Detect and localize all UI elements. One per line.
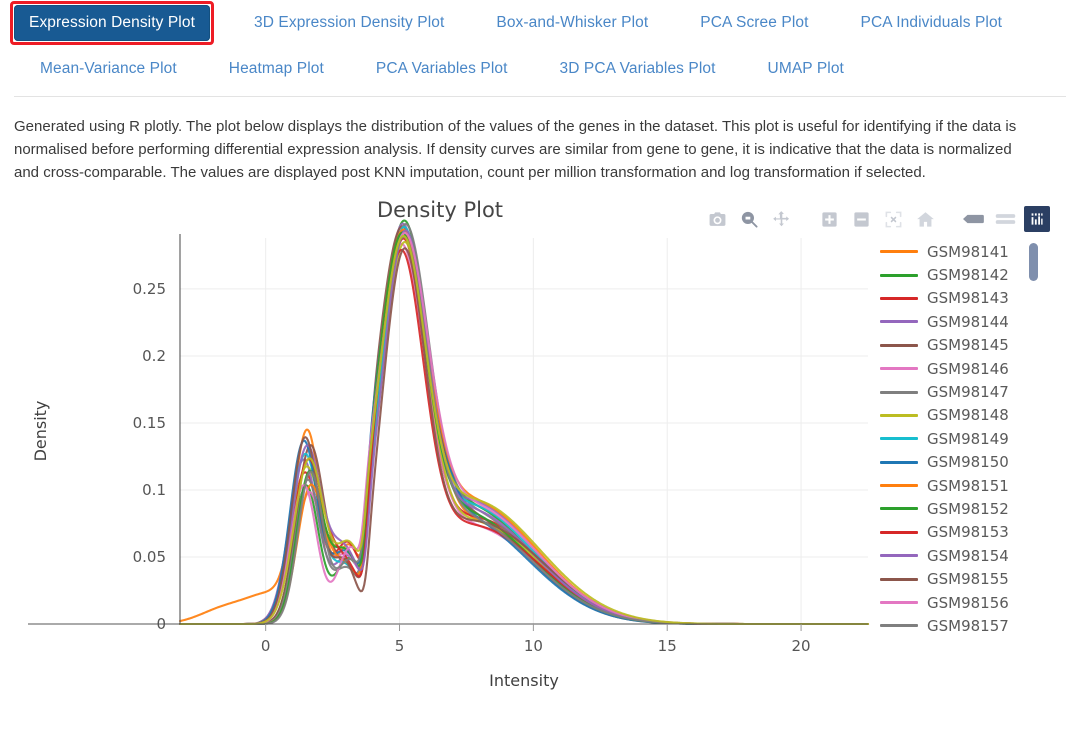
y-axis-tick-label: 0.2 — [142, 347, 166, 365]
legend-color-swatch — [880, 320, 918, 324]
legend-color-swatch — [880, 296, 918, 300]
legend-item[interactable]: GSM98145 — [880, 334, 1040, 357]
legend-item[interactable]: GSM98147 — [880, 380, 1040, 403]
hover-compare-icon[interactable] — [992, 206, 1018, 232]
x-axis-tick-label: 5 — [395, 637, 405, 655]
legend-color-swatch — [880, 413, 918, 417]
legend-item[interactable]: GSM98153 — [880, 521, 1040, 544]
legend-label: GSM98145 — [927, 336, 1009, 355]
plotly-logo-icon[interactable] — [1024, 206, 1050, 232]
legend-color-swatch — [880, 484, 918, 488]
y-axis-tick-label: 0.05 — [133, 548, 166, 566]
legend-color-swatch — [880, 367, 918, 371]
legend-label: GSM98149 — [927, 429, 1009, 448]
legend-item[interactable]: GSM98150 — [880, 451, 1040, 474]
legend-item[interactable]: GSM98144 — [880, 310, 1040, 333]
legend-item[interactable]: GSM98143 — [880, 287, 1040, 310]
legend-color-swatch — [880, 460, 918, 464]
x-axis-tick-label: 15 — [658, 637, 677, 655]
tab-expression-density-plot[interactable]: Expression Density Plot — [10, 1, 214, 45]
legend-item[interactable]: GSM98155 — [880, 567, 1040, 590]
legend-label: GSM98155 — [927, 570, 1009, 589]
legend-label: GSM98148 — [927, 406, 1009, 425]
legend-label: GSM98150 — [927, 453, 1009, 472]
legend-label: GSM98146 — [927, 359, 1009, 378]
legend-item[interactable]: GSM98141 — [880, 240, 1040, 263]
legend-color-swatch — [880, 390, 918, 394]
legend-item[interactable]: GSM98158 — [880, 638, 1040, 640]
x-axis-tick-label: 20 — [792, 637, 811, 655]
tab-3d-pca-variables-plot[interactable]: 3D PCA Variables Plot — [546, 53, 730, 85]
tab-mean-variance-plot[interactable]: Mean-Variance Plot — [26, 53, 191, 85]
plot-lines — [178, 219, 870, 626]
legend-color-swatch — [880, 507, 918, 511]
tab-pca-individuals-plot[interactable]: PCA Individuals Plot — [847, 7, 1017, 39]
legend-label: GSM98143 — [927, 289, 1009, 308]
tabs-divider — [14, 96, 1066, 97]
x-axis-tick-label: 0 — [261, 637, 271, 655]
tab-row-primary: Expression Density Plot 3D Expression De… — [0, 0, 1080, 46]
y-axis-title: Density — [31, 401, 50, 462]
legend-label: GSM98153 — [927, 523, 1009, 542]
legend-scrollbar-thumb[interactable] — [1029, 243, 1038, 281]
x-axis-tick-label: 10 — [524, 637, 543, 655]
x-axis-title: Intensity — [489, 671, 559, 690]
y-axis-tick-label: 0.25 — [133, 280, 166, 298]
tab-umap-plot[interactable]: UMAP Plot — [754, 53, 858, 85]
legend-color-swatch — [880, 437, 918, 441]
autoscale-icon[interactable] — [880, 206, 906, 232]
legend-label: GSM98156 — [927, 593, 1009, 612]
tab-box-and-whisker-plot[interactable]: Box-and-Whisker Plot — [482, 7, 662, 39]
legend-label: GSM98152 — [927, 499, 1009, 518]
plot-tabs: Expression Density Plot 3D Expression De… — [0, 0, 1080, 97]
legend-item[interactable]: GSM98149 — [880, 427, 1040, 450]
legend-scrollbar-track[interactable] — [1028, 240, 1038, 640]
tab-heatmap-plot[interactable]: Heatmap Plot — [215, 53, 338, 85]
legend-label: GSM98157 — [927, 616, 1009, 635]
legend-color-swatch — [880, 343, 918, 347]
legend-color-swatch — [880, 250, 918, 254]
legend-color-swatch — [880, 554, 918, 558]
hover-closest-icon[interactable] — [960, 206, 986, 232]
legend-item[interactable]: GSM98142 — [880, 263, 1040, 286]
chart-legend[interactable]: GSM98141 GSM98142 GSM98143 GSM98144 GSM98145… — [880, 240, 1040, 640]
density-chart[interactable]: 0 5 10 15 20 0 0.05 0.1 0.15 0.2 0.25 Intensity Dens… — [0, 216, 880, 701]
legend-color-swatch — [880, 624, 918, 628]
legend-item[interactable]: GSM98154 — [880, 544, 1040, 567]
legend-item[interactable]: GSM98151 — [880, 474, 1040, 497]
legend-label: GSM98147 — [927, 383, 1009, 402]
tab-row-secondary: Mean-Variance Plot Heatmap Plot PCA Vari… — [0, 46, 1080, 92]
legend-color-swatch — [880, 273, 918, 277]
tab-pca-variables-plot[interactable]: PCA Variables Plot — [362, 53, 522, 85]
legend-item[interactable]: GSM98156 — [880, 591, 1040, 614]
legend-item[interactable]: GSM98146 — [880, 357, 1040, 380]
legend-item[interactable]: GSM98148 — [880, 404, 1040, 427]
y-axis-tick-label: 0 — [156, 615, 166, 633]
legend-label: GSM98151 — [927, 476, 1009, 495]
home-icon[interactable] — [912, 206, 938, 232]
y-axis-tick-label: 0.15 — [133, 414, 166, 432]
tab-pca-scree-plot[interactable]: PCA Scree Plot — [686, 7, 822, 39]
legend-label: GSM98142 — [927, 266, 1009, 285]
legend-label: GSM98141 — [927, 242, 1009, 261]
legend-label: GSM98144 — [927, 312, 1009, 331]
legend-color-swatch — [880, 601, 918, 605]
legend-color-swatch — [880, 577, 918, 581]
plot-description: Generated using R plotly. The plot below… — [14, 118, 1017, 181]
tab-3d-expression-density-plot[interactable]: 3D Expression Density Plot — [240, 7, 458, 39]
legend-item[interactable]: GSM98157 — [880, 614, 1040, 637]
y-axis-tick-label: 0.1 — [142, 481, 166, 499]
legend-color-swatch — [880, 530, 918, 534]
density-curve[interactable] — [178, 247, 870, 626]
legend-item[interactable]: GSM98152 — [880, 497, 1040, 520]
density-plot-container: Density Plot 0 5 10 15 20 0 0.05 0.1 0.1… — [0, 198, 1080, 703]
legend-label: GSM98154 — [927, 546, 1009, 565]
